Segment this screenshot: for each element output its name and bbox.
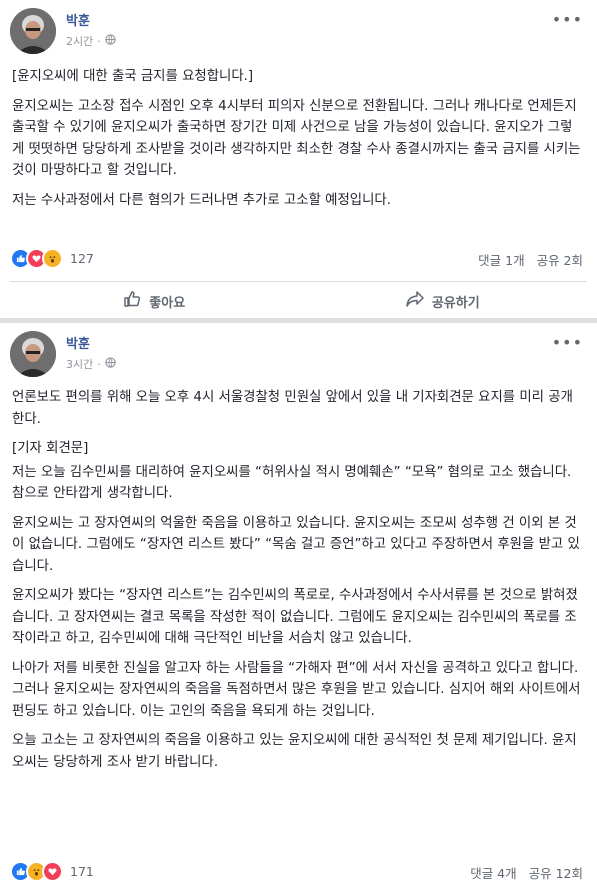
post-paragraph: 나아가 저를 비롯한 진실을 알고자 하는 사람들을 “가해자 편”에 서서 자… <box>12 660 581 719</box>
post-paragraph: 윤지오씨가 봤다는 “장자연 리스트”는 김수민씨의 폭로로, 수사과정에서 수… <box>12 588 578 646</box>
reaction-summary[interactable]: 171 <box>10 861 94 882</box>
share-count[interactable]: 공유 12회 <box>529 866 583 881</box>
author-name[interactable]: 박훈 <box>66 333 90 352</box>
action-bar: 좋아요 공유하기 <box>10 281 587 320</box>
post-stats: 댓글 1개 공유 2회 <box>478 250 583 269</box>
reaction-count: 127 <box>70 251 94 266</box>
share-count[interactable]: 공유 2회 <box>537 253 583 268</box>
avatar[interactable] <box>10 8 56 54</box>
more-icon[interactable]: ••• <box>552 10 583 29</box>
post-paragraph: 언론보도 편의를 위해 오늘 오후 4시 서울경찰청 민원실 앞에서 있을 내 … <box>12 390 573 427</box>
post-meta: 2시간 · <box>66 33 116 49</box>
comment-count[interactable]: 댓글 1개 <box>478 253 524 268</box>
author-name[interactable]: 박훈 <box>66 10 90 29</box>
wow-reaction-icon <box>42 248 63 269</box>
post-1: 박훈 2시간 · ••• [윤지오씨에 대한 출국 금지를 요청합니다.] 윤지… <box>0 0 597 318</box>
like-button[interactable]: 좋아요 <box>10 290 299 312</box>
reaction-summary[interactable]: 127 <box>10 248 94 269</box>
post-2: 박훈 3시간 · ••• 언론보도 편의를 위해 오늘 오후 4시 서울경찰청 … <box>0 323 597 893</box>
like-label: 좋아요 <box>149 295 186 311</box>
post-meta: 3시간 · <box>66 356 116 372</box>
post-paragraph: 윤지오씨는 고 장자연씨의 억울한 죽음을 이용하고 있습니다. 윤지오씨는 조… <box>12 515 580 574</box>
share-arrow-icon <box>406 291 424 311</box>
post-time[interactable]: 2시간 <box>66 33 93 49</box>
post-body: 언론보도 편의를 위해 오늘 오후 4시 서울경찰청 민원실 앞에서 있을 내 … <box>12 387 583 781</box>
love-reaction-icon <box>42 861 63 882</box>
post-paragraph: [기자 회견문] <box>12 441 89 456</box>
post-time[interactable]: 3시간 <box>66 356 93 372</box>
post-stats: 댓글 4개 공유 12회 <box>470 863 583 882</box>
share-label: 공유하기 <box>431 295 480 311</box>
globe-icon <box>105 34 116 48</box>
reaction-count: 171 <box>70 864 94 879</box>
post-paragraph: [윤지오씨에 대한 출국 금지를 요청합니다.] <box>12 69 254 84</box>
avatar[interactable] <box>10 331 56 377</box>
post-paragraph: 저는 수사과정에서 다른 혐의가 드러나면 추가로 고소할 예정입니다. <box>12 192 391 208</box>
more-icon[interactable]: ••• <box>552 333 583 352</box>
comment-count[interactable]: 댓글 4개 <box>470 866 516 881</box>
post-body: [윤지오씨에 대한 출국 금지를 요청합니다.] 윤지오씨는 고소장 접수 시점… <box>12 66 583 219</box>
thumbs-up-icon <box>123 290 141 312</box>
post-paragraph: 저는 오늘 김수민씨를 대리하여 윤지오씨를 “허위사실 적시 명예훼손” “모… <box>12 464 572 502</box>
globe-icon <box>105 357 116 371</box>
share-button[interactable]: 공유하기 <box>299 291 588 311</box>
post-paragraph: 윤지오씨는 고소장 접수 시점인 오후 4시부터 피의자 신분으로 전환됩니다.… <box>12 98 581 179</box>
post-paragraph: 오늘 고소는 고 장자연씨의 죽음을 이용하고 있는 윤지오씨에 대한 공식적인… <box>12 733 577 770</box>
